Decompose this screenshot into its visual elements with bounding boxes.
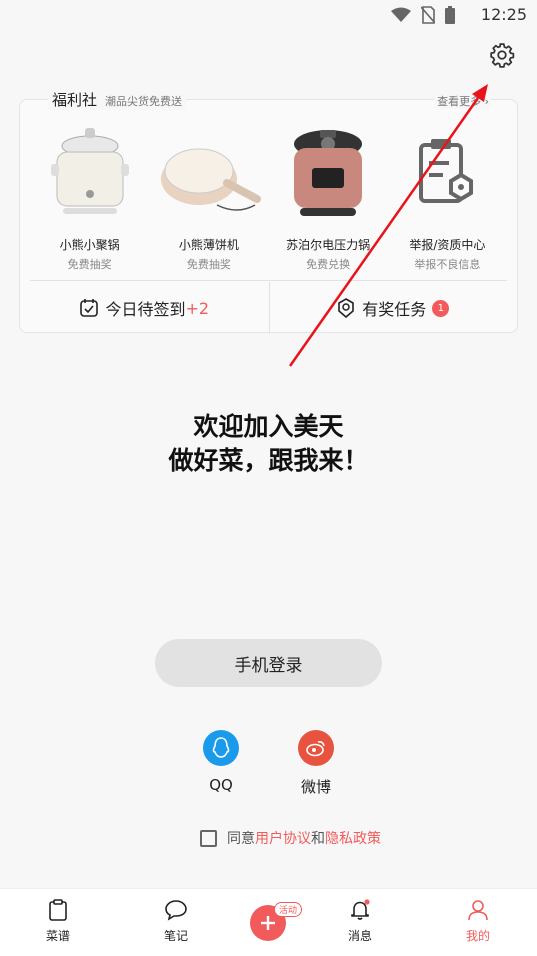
screen: 12:25 福利社 潮品尖货免费送 查看更多 › 小熊小聚锅 免费抽奖 小熊薄饼… <box>0 0 537 956</box>
nav-label: 笔记 <box>163 929 188 943</box>
product-desc: 举报不良信息 <box>414 258 481 271</box>
product-name: 小熊薄饼机 <box>178 238 239 252</box>
crepe-maker-icon <box>160 148 261 211</box>
agreement-prefix: 同意 <box>227 831 255 847</box>
nav-label: 消息 <box>347 929 372 943</box>
agreement-row: 同意 用户协议 和 隐私政策 <box>200 828 381 848</box>
reward-badge-icon <box>338 298 355 318</box>
status-bar: 12:25 <box>0 0 537 32</box>
settings-gear-icon[interactable] <box>489 42 515 68</box>
product-name: 小熊小聚锅 <box>59 238 120 252</box>
plus-icon <box>261 916 275 930</box>
battery-icon <box>445 6 455 24</box>
wifi-icon <box>391 7 411 22</box>
nav-notes[interactable]: 笔记 <box>146 899 206 944</box>
bell-icon <box>351 899 370 920</box>
weibo-label: 微博 <box>300 778 331 796</box>
task-count-badge: 1 <box>432 299 450 317</box>
welfare-header: 福利社 潮品尖货免费送 <box>48 89 187 110</box>
user-agreement-link[interactable]: 用户协议 <box>255 828 311 848</box>
nav-mine[interactable]: 我的 <box>448 899 508 944</box>
weibo-login-button[interactable]: 微博 <box>286 730 346 797</box>
phone-login-button[interactable]: 手机登录 <box>155 639 382 687</box>
welcome-line-1: 欢迎加入美天 <box>193 412 344 441</box>
qq-icon <box>203 730 239 766</box>
divider <box>30 280 507 281</box>
nav-messages[interactable]: 消息 <box>330 899 390 944</box>
product-item[interactable]: 苏泊尔电压力锅 免费兑换 <box>272 122 384 272</box>
qq-label: QQ <box>209 776 233 794</box>
checkin-label: 今日待签到 <box>105 300 186 319</box>
product-desc: 免费抽奖 <box>186 258 231 271</box>
hotpot-icon <box>50 128 129 214</box>
card-actions: 今日待签到 +2 有奖任务 1 <box>20 282 517 334</box>
product-item[interactable]: 小熊薄饼机 免费抽奖 <box>153 122 265 272</box>
agreement-checkbox[interactable] <box>200 829 217 847</box>
welfare-card: 福利社 潮品尖货免费送 查看更多 › 小熊小聚锅 免费抽奖 小熊薄饼机 免费抽奖… <box>19 89 518 334</box>
agreement-and: 和 <box>311 831 325 847</box>
reward-tasks-button[interactable]: 有奖任务 1 <box>269 282 518 334</box>
nav-label: 菜谱 <box>45 929 70 943</box>
privacy-policy-link[interactable]: 隐私政策 <box>325 828 381 848</box>
status-time: 12:25 <box>480 5 527 24</box>
pressure-cooker-icon <box>294 130 363 216</box>
product-desc: 免费兑换 <box>306 258 351 271</box>
welfare-subtitle: 潮品尖货免费送 <box>105 95 183 108</box>
product-item[interactable]: 小熊小聚锅 免费抽奖 <box>34 122 146 272</box>
report-clipboard-icon <box>419 139 474 203</box>
product-item[interactable]: 举报/资质中心 举报不良信息 <box>391 122 503 272</box>
qq-login-button[interactable]: QQ <box>191 730 251 794</box>
product-name: 苏泊尔电压力锅 <box>286 238 371 252</box>
nav-label: 我的 <box>465 929 490 943</box>
no-sim-icon <box>421 6 435 24</box>
checkin-button[interactable]: 今日待签到 +2 <box>20 282 269 334</box>
calendar-check-icon <box>80 299 99 317</box>
bottom-nav: 菜谱 笔记 活动 消息 我的 <box>0 888 537 956</box>
status-icons <box>391 6 455 24</box>
reward-tasks-label: 有奖任务 <box>362 300 427 319</box>
chat-bubble-icon <box>165 900 187 921</box>
product-list: 小熊小聚锅 免费抽奖 小熊薄饼机 免费抽奖 苏泊尔电压力锅 免费兑换 举报/资质… <box>20 122 517 272</box>
weibo-icon <box>298 730 334 766</box>
welcome-text: 欢迎加入美天 做好菜，跟我来！ <box>0 410 537 478</box>
view-more-link[interactable]: 查看更多 › <box>435 93 491 109</box>
product-name: 举报/资质中心 <box>409 238 486 252</box>
user-icon <box>468 900 488 921</box>
welcome-line-2: 做好菜，跟我来！ <box>168 446 369 475</box>
welfare-title: 福利社 <box>52 91 98 109</box>
product-desc: 免费抽奖 <box>67 258 112 271</box>
nav-recipes[interactable]: 菜谱 <box>28 899 88 944</box>
checkin-bonus: +2 <box>185 298 210 318</box>
activity-tag: 活动 <box>274 902 303 917</box>
clipboard-icon <box>49 899 67 921</box>
